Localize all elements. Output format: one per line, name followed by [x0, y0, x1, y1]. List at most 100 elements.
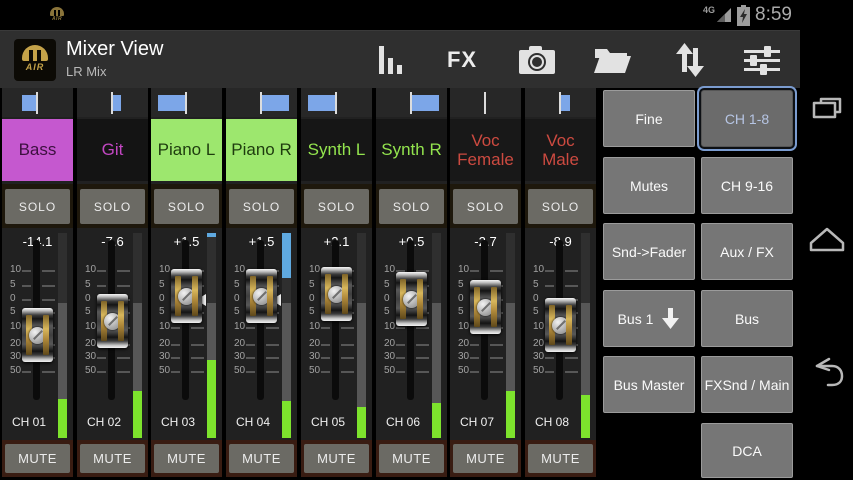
scenes-button[interactable]: [587, 31, 637, 89]
solo-button[interactable]: SOLO: [5, 189, 70, 224]
solo-button[interactable]: SOLO: [379, 189, 444, 224]
page-title: Mixer View: [66, 38, 163, 61]
scale-tick: [246, 357, 255, 359]
panel-button-fine[interactable]: Fine: [603, 90, 695, 147]
pan-slider[interactable]: [232, 92, 290, 114]
back-button[interactable]: [800, 350, 853, 394]
pan-center-marker: [111, 92, 113, 114]
channel-name-button[interactable]: Piano R: [226, 119, 297, 181]
mute-button[interactable]: MUTE: [304, 444, 369, 473]
channel-name-button[interactable]: Synth L: [301, 119, 372, 181]
m-air-notification-icon: AIR: [48, 5, 66, 25]
level-meter: [357, 233, 366, 438]
pan-center-marker: [260, 92, 262, 114]
panel-button-snd-fader[interactable]: Snd->Fader: [603, 223, 695, 280]
status-bar: AIR 4G 8:59: [0, 0, 800, 30]
pan-center-marker: [410, 92, 412, 114]
fx-button[interactable]: FX: [437, 31, 487, 89]
knob-logo-slash: [182, 291, 192, 301]
channel-name-button[interactable]: Bass: [2, 119, 73, 181]
panel-button-ch-1-8[interactable]: CH 1-8: [701, 90, 793, 147]
pan-slider[interactable]: [531, 92, 589, 114]
snapshot-button[interactable]: [512, 31, 562, 89]
solo-button[interactable]: SOLO: [229, 189, 294, 224]
mute-button[interactable]: MUTE: [154, 444, 219, 473]
panel-button-ch-9-16[interactable]: CH 9-16: [701, 157, 793, 214]
panel-button-label: Bus 1: [618, 311, 654, 327]
scale-tick: [490, 357, 503, 359]
meters-button[interactable]: [366, 31, 416, 89]
channel-name-button[interactable]: Voc Male: [525, 119, 596, 181]
scale-tick: [97, 357, 106, 359]
recents-icon: [809, 92, 845, 128]
fader-knob[interactable]: [321, 267, 352, 321]
panel-button-bus[interactable]: Bus: [701, 290, 793, 347]
knob-logo-slash: [556, 320, 566, 330]
mute-button[interactable]: MUTE: [80, 444, 145, 473]
scale-tick: [321, 357, 330, 359]
channel-strip: Synth R SOLO +0.5 1050510203050 CH 06 MU…: [376, 88, 447, 477]
panel-button-bus-1[interactable]: Bus 1: [603, 290, 695, 347]
solo-button[interactable]: SOLO: [304, 189, 369, 224]
home-button[interactable]: [800, 216, 853, 260]
knob-logo-slash: [332, 289, 342, 299]
panel-button-label: Mutes: [630, 178, 668, 194]
pan-slider[interactable]: [83, 92, 141, 114]
level-meter: [581, 233, 590, 438]
knob-logo-slash: [257, 291, 267, 301]
channel-name-button[interactable]: Piano L: [151, 119, 222, 181]
pan-slider[interactable]: [157, 92, 215, 114]
scale-tick: [396, 357, 405, 359]
panel-button-fxsnd-main[interactable]: FXSnd / Main: [701, 356, 793, 413]
pan-slider[interactable]: [307, 92, 365, 114]
channel-name-button[interactable]: Synth R: [376, 119, 447, 181]
sliders-icon: [744, 45, 780, 75]
panel-button-dca[interactable]: DCA: [701, 423, 793, 478]
channel-name-button[interactable]: Voc Female: [450, 119, 521, 181]
scale-tick: [42, 270, 55, 272]
fader-knob[interactable]: [22, 308, 53, 362]
solo-button[interactable]: SOLO: [80, 189, 145, 224]
fx-text-icon: FX: [447, 47, 477, 73]
channel-strip: Voc Female SOLO -2.7 1050510203050 CH 07…: [450, 88, 521, 477]
scale-tick: [545, 270, 554, 272]
solo-button[interactable]: SOLO: [453, 189, 518, 224]
fader-knob[interactable]: [97, 294, 128, 348]
mute-button[interactable]: MUTE: [229, 444, 294, 473]
scale-tick: [321, 327, 330, 329]
fader-knob[interactable]: [171, 269, 202, 323]
m-logo: [22, 45, 48, 61]
mute-button[interactable]: MUTE: [453, 444, 518, 473]
scale-tick: [97, 285, 106, 287]
mute-button[interactable]: MUTE: [379, 444, 444, 473]
pan-center-marker: [185, 92, 187, 114]
recents-button[interactable]: [800, 88, 853, 132]
pan-slider[interactable]: [8, 92, 66, 114]
settings-button[interactable]: [737, 31, 787, 89]
transfer-button[interactable]: [665, 31, 715, 89]
fader-knob[interactable]: [246, 269, 277, 323]
panel-button-mutes[interactable]: Mutes: [603, 157, 695, 214]
level-meter: [506, 233, 515, 438]
mute-row: MUTE: [151, 440, 222, 477]
meter-level-fill: [432, 403, 441, 438]
knob-logo-circle: [29, 327, 46, 344]
solo-button[interactable]: SOLO: [528, 189, 593, 224]
panel-button-aux-fx[interactable]: Aux / FX: [701, 223, 793, 280]
fader-knob[interactable]: [545, 298, 576, 352]
fader-knob[interactable]: [470, 280, 501, 334]
scale-tick: [117, 371, 130, 373]
level-meter: [207, 233, 216, 438]
mute-button[interactable]: MUTE: [5, 444, 70, 473]
fader-knob[interactable]: [396, 272, 427, 326]
solo-row: SOLO: [450, 184, 521, 228]
mute-button[interactable]: MUTE: [528, 444, 593, 473]
channel-name-button[interactable]: Git: [77, 119, 148, 181]
panel-button-bus-master[interactable]: Bus Master: [603, 356, 695, 413]
panel-button-label: Bus: [735, 311, 759, 327]
panel-button-label: Fine: [635, 111, 662, 127]
pan-slider[interactable]: [382, 92, 440, 114]
scale-tick: [266, 371, 279, 373]
pan-slider[interactable]: [456, 92, 514, 114]
solo-button[interactable]: SOLO: [154, 189, 219, 224]
